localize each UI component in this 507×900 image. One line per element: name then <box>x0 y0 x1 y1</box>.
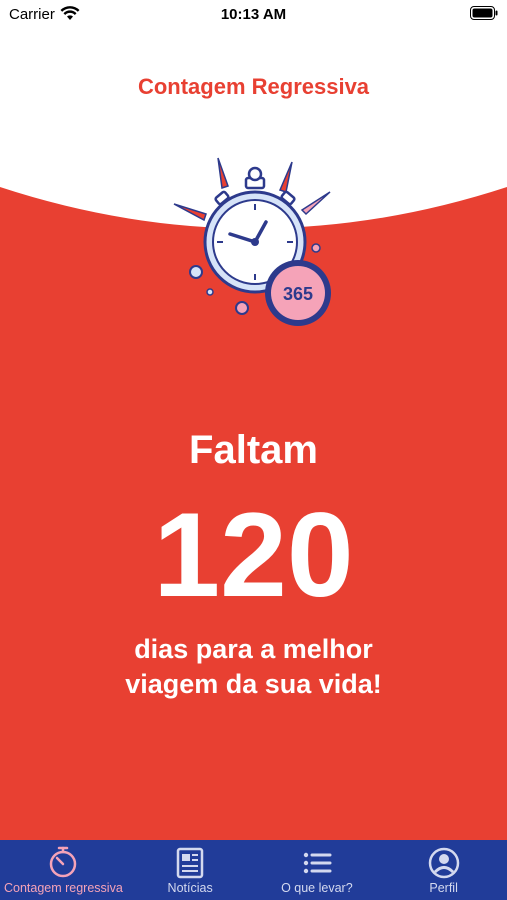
countdown-message-line-1: dias para a melhor <box>134 634 373 664</box>
tab-countdown[interactable]: Contagem regressiva <box>0 840 127 900</box>
tab-what-to-bring[interactable]: O que levar? <box>254 840 381 900</box>
battery-icon <box>470 6 498 20</box>
countdown-message-line-2: viagem da sua vida! <box>125 669 382 699</box>
newspaper-icon <box>176 847 204 879</box>
clock-time: 10:13 AM <box>220 6 287 23</box>
stopwatch-icon <box>50 846 77 878</box>
tab-label: O que levar? <box>281 881 353 895</box>
countdown-message: dias para a melhor viagem da sua vida! <box>0 632 507 702</box>
countdown-days: 120 <box>153 488 354 622</box>
tab-bar: Contagem regressiva Notícias O que levar… <box>0 840 507 900</box>
tab-label: Perfil <box>429 881 458 895</box>
tab-label: Contagem regressiva <box>3 881 123 895</box>
status-bar: Carrier 10:13 AM <box>0 0 507 28</box>
days-badge-text: 365 <box>283 284 313 304</box>
tab-news[interactable]: Notícias <box>127 840 254 900</box>
list-icon <box>303 852 332 874</box>
tab-label: Notícias <box>167 881 213 895</box>
tab-profile[interactable]: Perfil <box>380 840 507 900</box>
profile-icon <box>428 847 459 879</box>
countdown-label: Faltam <box>189 428 318 472</box>
page-title: Contagem Regressiva <box>137 74 370 99</box>
countdown-block: Faltam 120 dias para a melhor viagem da … <box>0 420 507 702</box>
stopwatch-illustration: 365 <box>173 157 331 326</box>
